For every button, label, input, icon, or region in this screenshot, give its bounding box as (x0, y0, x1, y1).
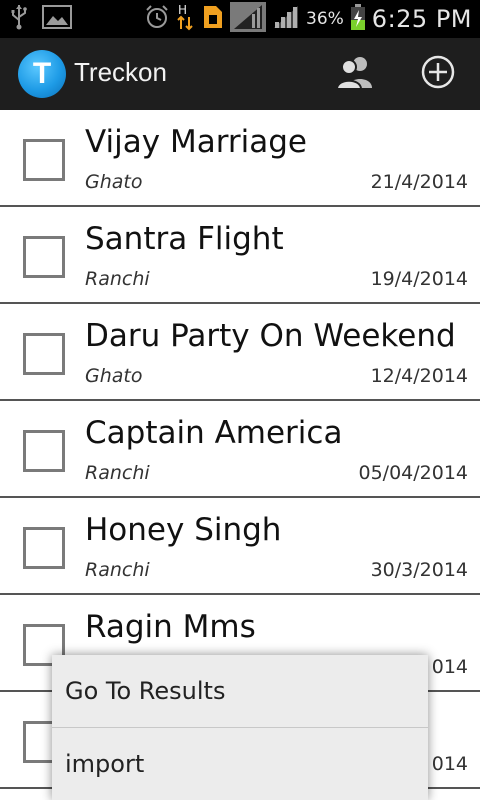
task-title: Ragin Mms (85, 609, 256, 645)
usb-icon (10, 4, 28, 34)
task-location: Ghato (85, 365, 143, 387)
task-checkbox[interactable] (23, 236, 65, 278)
task-title: Vijay Marriage (85, 124, 307, 160)
task-date: 014 (431, 753, 468, 775)
list-item[interactable]: Santra Flight Ranchi 19/4/2014 (0, 207, 480, 304)
task-location: Ranchi (85, 462, 150, 484)
task-title: Honey Singh (85, 512, 282, 548)
signal-bars-icon (272, 4, 300, 34)
task-checkbox[interactable] (23, 333, 65, 375)
contacts-icon (335, 54, 375, 94)
app-logo[interactable]: T (18, 50, 66, 98)
add-circle-icon (420, 54, 456, 94)
task-date: 21/4/2014 (370, 171, 468, 193)
task-checkbox[interactable] (23, 139, 65, 181)
app-logo-letter: T (32, 57, 52, 90)
list-item[interactable]: Honey Singh Ranchi 30/3/2014 (0, 498, 480, 595)
list-item[interactable]: Captain America Ranchi 05/04/2014 (0, 401, 480, 498)
notification-icons (10, 4, 72, 34)
task-checkbox[interactable] (23, 430, 65, 472)
battery-percent: 36% (306, 9, 344, 29)
list-item[interactable]: Vijay Marriage Ghato 21/4/2014 (0, 110, 480, 207)
network-type-label: H (178, 3, 187, 17)
sim-icon (202, 4, 224, 34)
task-checkbox[interactable] (23, 527, 65, 569)
task-date: 12/4/2014 (370, 365, 468, 387)
app-title: Treckon (74, 57, 167, 87)
popup-menu: Go To Results import (52, 655, 428, 800)
menu-item-import[interactable]: import (52, 728, 428, 800)
clock: 6:25 PM (371, 5, 472, 33)
task-date: 30/3/2014 (370, 559, 468, 581)
alarm-icon (144, 4, 170, 34)
menu-item-label: Go To Results (65, 677, 226, 705)
task-title: Santra Flight (85, 221, 284, 257)
contacts-button[interactable] (333, 52, 377, 96)
task-date: 014 (431, 656, 468, 678)
status-bar: H 36% 6:25 PM (0, 0, 480, 38)
menu-item-go-to-results[interactable]: Go To Results (52, 655, 428, 727)
task-location: Ghato (85, 171, 143, 193)
task-location: Ranchi (85, 559, 150, 581)
data-arrows-icon: H (176, 3, 196, 35)
system-icons: H 36% 6:25 PM (144, 2, 472, 36)
list-item[interactable]: Daru Party On Weekend Ghato 12/4/2014 (0, 304, 480, 401)
signal-icon (230, 2, 266, 36)
task-date: 05/04/2014 (358, 462, 468, 484)
action-bar: T Treckon (0, 38, 480, 110)
gallery-icon (42, 5, 72, 33)
task-location: Ranchi (85, 268, 150, 290)
add-button[interactable] (416, 52, 460, 96)
battery-charging-icon (350, 3, 366, 35)
task-title: Captain America (85, 415, 343, 451)
task-title: Daru Party On Weekend (85, 318, 456, 354)
menu-item-label: import (65, 750, 145, 778)
task-date: 19/4/2014 (370, 268, 468, 290)
